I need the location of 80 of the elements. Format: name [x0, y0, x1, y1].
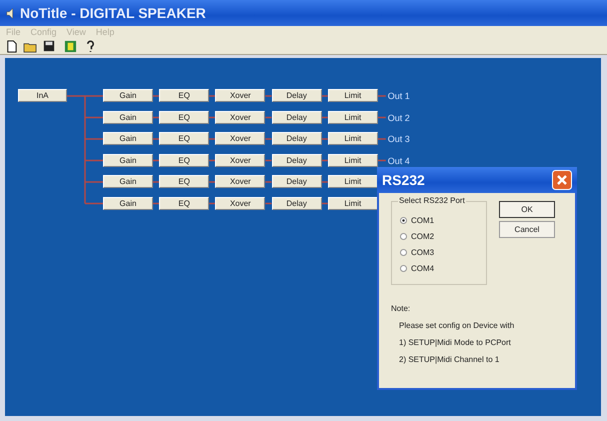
connector-line: [153, 202, 160, 204]
connector-line: [265, 138, 272, 140]
connector-line: [209, 181, 216, 183]
note-label: Note:: [391, 303, 412, 315]
speaker-icon: [6, 6, 16, 20]
processing-block[interactable]: Gain: [103, 89, 153, 102]
processing-block[interactable]: Limit: [328, 196, 378, 210]
window-title: NoTitle - DIGITAL SPEAKER: [20, 5, 206, 21]
connector-line: [265, 202, 272, 204]
processing-block[interactable]: Xover: [215, 196, 266, 210]
dialog-title: RS232: [382, 172, 425, 188]
output-label: Out 2: [388, 112, 410, 124]
ok-button[interactable]: OK: [499, 201, 555, 218]
note-text: 2) SETUP|Midi Channel to 1: [398, 354, 500, 366]
connector-line: [209, 138, 216, 140]
port-radio[interactable]: COM3: [400, 246, 486, 258]
connector-line: [265, 160, 272, 162]
processing-block[interactable]: Gain: [103, 110, 153, 124]
processing-block[interactable]: Delay: [272, 110, 322, 124]
connector-line: [265, 116, 272, 118]
connector-line: [322, 202, 328, 204]
processing-block[interactable]: Delay: [272, 175, 322, 188]
processing-block[interactable]: Gain: [103, 132, 153, 145]
processing-block[interactable]: Limit: [328, 110, 378, 124]
output-label: Out 4: [388, 154, 410, 168]
port-radio[interactable]: COM2: [400, 230, 486, 242]
connector-line: [265, 95, 272, 97]
processing-block[interactable]: Xover: [215, 89, 266, 102]
processing-block[interactable]: EQ: [159, 132, 210, 145]
note-text: Please set config on Device with: [398, 320, 516, 332]
connector-line: [209, 202, 216, 204]
connector-line: [209, 116, 216, 118]
note-text: 1) SETUP|Midi Mode to PCPort: [398, 337, 512, 349]
connector-line: [265, 181, 272, 183]
group-label: Select RS232 Port: [398, 196, 466, 205]
input-block[interactable]: InA: [18, 89, 67, 102]
connector-line: [153, 95, 160, 97]
port-radio[interactable]: COM1: [400, 214, 486, 226]
connector-line: [378, 160, 386, 162]
connector-line: [378, 138, 386, 140]
processing-block[interactable]: Delay: [272, 132, 322, 145]
processing-block[interactable]: Limit: [328, 154, 378, 166]
connector-line: [209, 95, 216, 97]
processing-block[interactable]: Delay: [272, 89, 322, 102]
connector-line: [209, 160, 216, 162]
processing-block[interactable]: Delay: [272, 196, 322, 210]
connector-line: [378, 95, 386, 97]
close-icon[interactable]: [552, 170, 572, 190]
connector-line: [153, 138, 160, 140]
connector-line: [153, 160, 160, 162]
processing-block[interactable]: Limit: [328, 175, 378, 188]
output-label: Out 1: [388, 90, 410, 103]
processing-block[interactable]: EQ: [159, 196, 210, 210]
connector-line: [322, 138, 328, 140]
processing-block[interactable]: EQ: [159, 175, 210, 188]
output-label: Out 3: [388, 133, 410, 146]
processing-block[interactable]: Limit: [328, 132, 378, 145]
cancel-button[interactable]: Cancel: [499, 221, 555, 238]
processing-block[interactable]: EQ: [159, 89, 210, 102]
processing-block[interactable]: EQ: [159, 110, 210, 124]
connector-line: [322, 95, 328, 97]
processing-block[interactable]: Delay: [272, 154, 322, 166]
processing-block[interactable]: Gain: [103, 154, 153, 166]
connector-line: [322, 116, 328, 118]
device-icon[interactable]: [64, 40, 77, 52]
help-icon[interactable]: [86, 40, 95, 52]
port-radio[interactable]: COM4: [400, 262, 486, 274]
processing-block[interactable]: Xover: [215, 132, 266, 145]
connector-line: [322, 160, 328, 162]
processing-block[interactable]: Gain: [103, 196, 153, 210]
connector-line: [153, 116, 160, 118]
processing-block[interactable]: Gain: [103, 175, 153, 188]
processing-block[interactable]: Xover: [215, 110, 266, 124]
processing-block[interactable]: EQ: [159, 154, 210, 166]
connector-line: [153, 181, 160, 183]
processing-block[interactable]: Xover: [215, 154, 266, 166]
connector-line: [322, 181, 328, 183]
connector-line: [378, 116, 386, 118]
processing-block[interactable]: Xover: [215, 175, 266, 188]
processing-block[interactable]: Limit: [328, 89, 378, 102]
